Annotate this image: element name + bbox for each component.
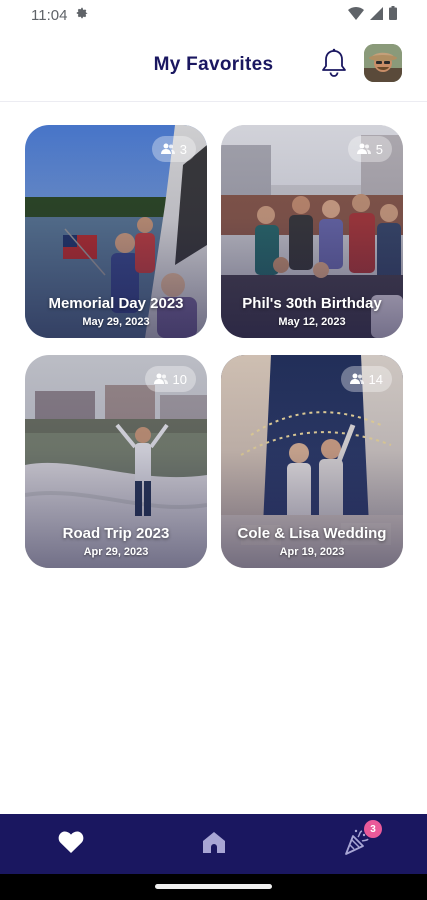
member-count: 5 <box>375 141 383 157</box>
album-info: Phil's 30th Birthday May 12, 2023 <box>221 293 403 328</box>
home-icon <box>201 830 227 859</box>
member-count-badge: 10 <box>144 366 196 392</box>
status-bar: 11:04 <box>0 0 427 30</box>
status-time: 11:04 <box>31 6 68 24</box>
wifi-icon <box>348 6 364 24</box>
album-card-phils-birthday[interactable]: 5 Phil's 30th Birthday May 12, 2023 <box>221 125 403 338</box>
nav-events[interactable]: 3 <box>340 820 382 860</box>
member-count: 10 <box>172 371 187 387</box>
people-icon <box>356 142 371 157</box>
people-icon <box>160 142 175 157</box>
member-count-badge: 14 <box>340 366 392 392</box>
album-date: Apr 29, 2023 <box>83 546 149 558</box>
album-card-wedding[interactable]: 14 Cole & Lisa Wedding Apr 19, 2023 <box>221 355 403 568</box>
bell-icon[interactable] <box>318 47 350 79</box>
album-title: Phil's 30th Birthday <box>242 295 382 312</box>
nav-home[interactable] <box>197 828 231 860</box>
album-title: Road Trip 2023 <box>62 525 170 542</box>
member-count: 3 <box>179 141 187 157</box>
system-gesture-area <box>0 874 427 900</box>
settings-icon <box>75 6 89 24</box>
album-info: Memorial Day 2023 May 29, 2023 <box>25 293 207 328</box>
album-card-road-trip[interactable]: 10 Road Trip 2023 Apr 29, 2023 <box>25 355 207 568</box>
page-title: My Favorites <box>153 54 274 75</box>
album-date: May 29, 2023 <box>82 316 150 328</box>
album-date: Apr 19, 2023 <box>279 546 345 558</box>
album-card-memorial-day[interactable]: 3 Memorial Day 2023 May 29, 2023 <box>25 125 207 338</box>
member-count: 14 <box>368 371 383 387</box>
battery-icon <box>389 6 397 24</box>
gesture-handle[interactable] <box>155 884 272 889</box>
album-title: Memorial Day 2023 <box>48 295 184 312</box>
member-count-badge: 3 <box>151 136 196 162</box>
notification-badge: 3 <box>364 820 382 838</box>
album-date: May 12, 2023 <box>278 316 346 328</box>
nav-favorites[interactable] <box>54 828 88 860</box>
signal-icon <box>370 6 383 24</box>
avatar[interactable] <box>364 44 402 82</box>
album-info: Cole & Lisa Wedding Apr 19, 2023 <box>221 523 403 558</box>
people-icon <box>349 372 364 387</box>
app-header: My Favorites <box>0 30 427 102</box>
people-icon <box>153 372 168 387</box>
bottom-navigation: 3 <box>0 814 427 874</box>
album-info: Road Trip 2023 Apr 29, 2023 <box>25 523 207 558</box>
member-count-badge: 5 <box>347 136 392 162</box>
album-title: Cole & Lisa Wedding <box>237 525 387 542</box>
heart-icon <box>58 830 84 859</box>
